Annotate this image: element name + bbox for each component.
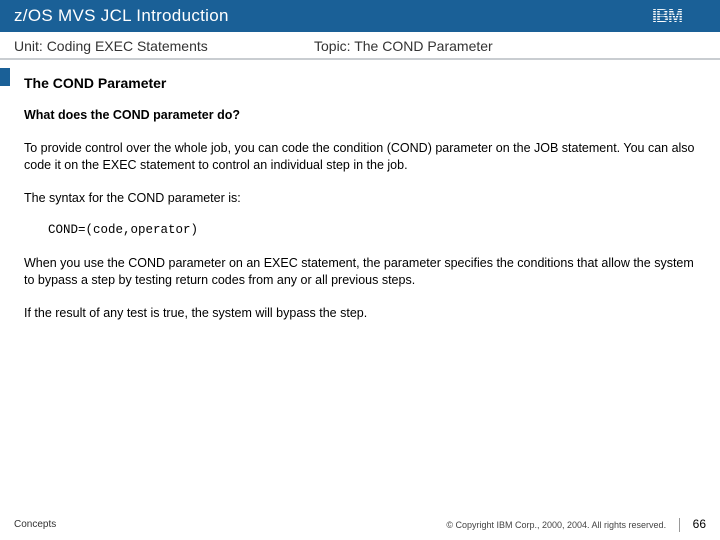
section-title: The COND Parameter	[24, 74, 702, 93]
meta-row: Unit: Coding EXEC Statements Topic: The …	[0, 32, 720, 60]
meta-unit: Unit: Coding EXEC Statements	[14, 38, 314, 54]
paragraph-1: To provide control over the whole job, y…	[24, 140, 702, 174]
paragraph-2: The syntax for the COND parameter is:	[24, 190, 702, 207]
unit-label: Unit:	[14, 38, 43, 54]
code-syntax: COND=(code,operator)	[48, 222, 702, 239]
footer-left: Concepts	[14, 519, 56, 530]
paragraph-3: When you use the COND parameter on an EX…	[24, 255, 702, 289]
topic-value: The COND Parameter	[354, 38, 492, 54]
slide-title: z/OS MVS JCL Introduction	[14, 6, 229, 26]
meta-topic: Topic: The COND Parameter	[314, 38, 706, 54]
footer-separator	[679, 518, 680, 532]
svg-text:IBM: IBM	[652, 6, 682, 26]
footer-right-group: © Copyright IBM Corp., 2000, 2004. All r…	[446, 517, 706, 532]
ibm-logo: IBM	[652, 6, 706, 26]
page-number: 66	[693, 517, 706, 531]
paragraph-4: If the result of any test is true, the s…	[24, 305, 702, 322]
subquestion: What does the COND parameter do?	[24, 107, 702, 124]
slide-page: z/OS MVS JCL Introduction IBM Unit: Codi…	[0, 0, 720, 540]
topic-label: Topic:	[314, 38, 351, 54]
footer-copyright: © Copyright IBM Corp., 2000, 2004. All r…	[446, 520, 666, 530]
content-area: The COND Parameter What does the COND pa…	[0, 60, 720, 511]
unit-value: Coding EXEC Statements	[47, 38, 208, 54]
titlebar: z/OS MVS JCL Introduction IBM	[0, 0, 720, 32]
footer: Concepts © Copyright IBM Corp., 2000, 20…	[0, 511, 720, 540]
ibm-logo-icon: IBM	[652, 6, 706, 26]
section-marker	[0, 68, 10, 86]
